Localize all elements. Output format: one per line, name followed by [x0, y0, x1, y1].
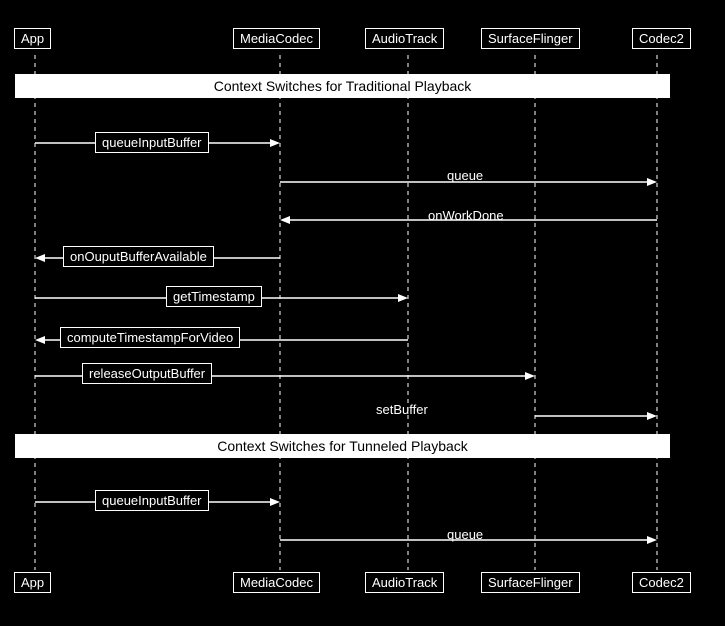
- section1-bar: Context Switches for Traditional Playbac…: [15, 74, 670, 98]
- footer-app: App: [14, 572, 51, 593]
- call-queue-2: queue: [447, 527, 483, 542]
- call-releaseoutputbuffer: releaseOutputBuffer: [82, 363, 212, 384]
- footer-audiotrack: AudioTrack: [365, 572, 444, 593]
- section2-bar: Context Switches for Tunneled Playback: [15, 434, 670, 458]
- footer-surfaceflinger: SurfaceFlinger: [481, 572, 580, 593]
- call-onouputbufferavailable: onOuputBufferAvailable: [63, 246, 214, 267]
- header-codec2: Codec2: [632, 28, 691, 49]
- header-mediacodec: MediaCodec: [233, 28, 320, 49]
- footer-mediacodec: MediaCodec: [233, 572, 320, 593]
- header-app: App: [14, 28, 51, 49]
- call-queueinputbuffer-1: queueInputBuffer: [95, 132, 209, 153]
- diagram: App MediaCodec AudioTrack SurfaceFlinger…: [0, 0, 725, 626]
- footer-codec2: Codec2: [632, 572, 691, 593]
- call-gettimestamp: getTimestamp: [166, 286, 262, 307]
- header-audiotrack: AudioTrack: [365, 28, 444, 49]
- call-queue-1: queue: [447, 168, 483, 183]
- header-surfaceflinger: SurfaceFlinger: [481, 28, 580, 49]
- call-queueinputbuffer-2: queueInputBuffer: [95, 490, 209, 511]
- call-setbuffer: setBuffer: [376, 402, 428, 417]
- call-onworkdone: onWorkDone: [428, 208, 504, 223]
- call-computetimestampforvideo: computeTimestampForVideo: [60, 327, 240, 348]
